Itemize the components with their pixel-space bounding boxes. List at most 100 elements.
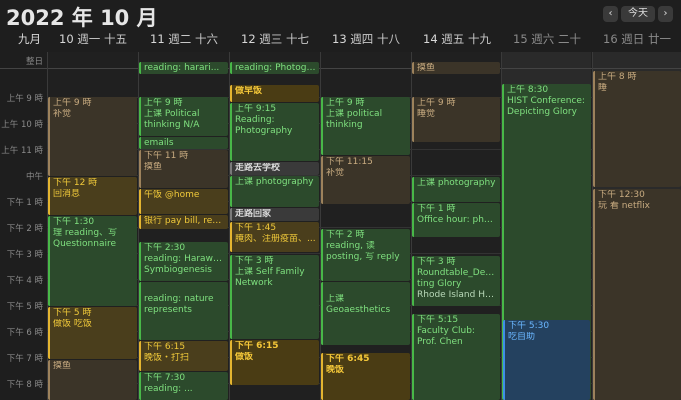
day-number: 13: [332, 32, 347, 46]
event-tue-reading-evening[interactable]: 下午 7:30 reading: ...: [139, 372, 228, 400]
event-thu-class-political[interactable]: 上午 9 時上课 political thinking: [321, 97, 410, 155]
next-week-button[interactable]: ›: [658, 6, 673, 22]
event-title: reading: harari...: [144, 63, 220, 73]
event-time: 上午 8 時: [598, 72, 637, 82]
time-label: 下午 3 時: [6, 250, 43, 260]
event-wed-class-photography[interactable]: 上课 photography: [230, 176, 319, 207]
event-wed-errands[interactable]: 下午 1:45 腌肉、注册疫苗、...: [230, 222, 319, 252]
event-title: Prof. Chen: [417, 337, 463, 347]
event-mon-dinner[interactable]: 下午 5 時做饭 吃饭: [48, 307, 137, 359]
event-title: posting, 写 reply: [326, 252, 400, 262]
event-time: 上午 9 時: [53, 98, 92, 108]
event-title: ting Glory: [417, 279, 462, 289]
event-title: 做饭 吃饭: [53, 319, 92, 329]
day-header-tue[interactable]: 11 週二 十六: [150, 31, 238, 49]
event-title: 补觉: [53, 109, 72, 119]
day-header-wed[interactable]: 12 週三 十七: [241, 31, 329, 49]
time-label: 下午 2 時: [6, 224, 43, 234]
event-tue-reading-top[interactable]: reading: harari...: [139, 62, 228, 74]
event-fri-slack[interactable]: 摸鱼: [412, 62, 500, 74]
event-title: represents: [144, 305, 192, 315]
event-title: Geoaesthetics: [326, 305, 391, 315]
event-wed-reading-photography[interactable]: 上午 9:15 Reading: Photography: [230, 103, 319, 161]
event-tue-dinner[interactable]: 下午 6:15 晚饭・打扫: [139, 341, 228, 371]
event-wed-cook[interactable]: 下午 6:15 做饭: [230, 340, 319, 385]
event-wed-breakfast[interactable]: 做早饭: [230, 85, 319, 102]
event-wed-walk-home[interactable]: 走路回家: [230, 208, 319, 221]
event-sun-sleep[interactable]: 上午 8 時睡: [593, 71, 681, 187]
event-title: 玩 看 netflix: [598, 201, 650, 211]
day-header-sat[interactable]: 15 週六 二十: [513, 31, 601, 49]
day-number: 10: [59, 32, 74, 46]
event-thu-dinner[interactable]: 下午 6:45 晚饭: [321, 353, 410, 400]
event-spacer: [144, 283, 225, 294]
day-header-prev[interactable]: 九月: [18, 31, 46, 49]
event-tue-class[interactable]: 上午 9 時上课 Political thinking N/A: [139, 97, 228, 136]
event-wed-reading-top[interactable]: reading: Photogr...: [230, 62, 319, 74]
event-fri-office-hour[interactable]: 下午 1 時 Office hour: pho...: [412, 203, 500, 237]
event-fri-sleep[interactable]: 上午 9 時睡觉: [412, 97, 500, 142]
event-sat-buffet[interactable]: 下午 5:30 吃自助: [503, 320, 590, 400]
event-wed-walk-to-school[interactable]: 走路去学校: [230, 162, 319, 175]
event-time: 下午 6:45: [326, 354, 370, 364]
event-time: 下午 1:45: [235, 223, 277, 233]
day-header-mon[interactable]: 10 週一 十五: [59, 31, 147, 49]
event-time: 下午 11:15: [326, 157, 373, 167]
event-title: 腌肉、注册疫苗、...: [235, 234, 316, 244]
event-mon-messages[interactable]: 下午 12 時回消息: [48, 177, 137, 215]
event-thu-nap[interactable]: 下午 11:15 补觉: [321, 156, 410, 204]
event-title: Roundtable_Depic: [417, 268, 497, 278]
event-fri-roundtable[interactable]: 下午 3 時 Roundtable_Depic ting Glory Rhode Is…: [412, 256, 500, 306]
event-mon-slack[interactable]: 摸鱼: [48, 360, 137, 400]
event-wed-class-self-family[interactable]: 下午 3 時上课 Self Family Network: [230, 255, 319, 339]
event-tue-reading-haraway[interactable]: 下午 2:30 reading: Haraway. Symbiogenesis: [139, 242, 228, 281]
time-label: 上午 10 時: [1, 120, 43, 130]
event-title: reading, 读: [326, 241, 375, 251]
event-thu-class-geoaesthetics[interactable]: 上课 Geoaesthetics: [321, 282, 410, 345]
day-header-fri[interactable]: 14 週五 十九: [423, 31, 511, 49]
event-tue-bank[interactable]: 银行 pay bill, red...: [139, 215, 228, 229]
event-time: 上午 9:15: [235, 104, 277, 114]
day-header-thu[interactable]: 13 週四 十八: [332, 31, 420, 49]
event-title: 银行 pay bill, red...: [144, 216, 225, 226]
event-title: reading: ...: [144, 384, 193, 394]
event-title: 睡觉: [417, 109, 436, 119]
event-mon-nap[interactable]: 上午 9 時补觉: [48, 97, 137, 176]
day-number: 16: [603, 32, 618, 46]
all-day-divider: [0, 68, 681, 69]
event-time: 下午 3 時: [235, 256, 274, 266]
event-title: Symbiogenesis: [144, 265, 212, 275]
event-title: emails: [144, 138, 174, 148]
event-mon-reading[interactable]: 下午 1:30 理 reading、写 Questionnaire: [48, 216, 137, 306]
today-button[interactable]: 今天: [621, 6, 655, 22]
day-label: 週六 二十: [531, 32, 581, 46]
event-tue-emails[interactable]: emails: [139, 137, 228, 149]
event-title: HIST Conference:: [507, 96, 585, 106]
time-label: 下午 6 時: [6, 328, 43, 338]
event-tue-lunch[interactable]: 午饭 @home: [139, 189, 228, 214]
event-spacer: [326, 283, 407, 294]
event-title: thinking N/A: [144, 120, 200, 130]
event-title: 上课 Political: [144, 109, 200, 119]
event-fri-class-photography[interactable]: 上课 photography: [412, 177, 500, 202]
event-thu-reading[interactable]: 下午 2 時 reading, 读 posting, 写 reply: [321, 229, 410, 281]
event-title: 做早饭: [235, 86, 263, 96]
event-sun-netflix[interactable]: 下午 12:30 玩 看 netflix: [593, 189, 681, 400]
event-title: Reading:: [235, 115, 275, 125]
prev-week-button[interactable]: ‹: [603, 6, 618, 22]
event-fri-faculty-club[interactable]: 下午 5:15 Faculty Club: Prof. Chen: [412, 314, 500, 400]
event-time: 下午 3 時: [417, 257, 456, 267]
event-title: 午饭 @home: [144, 190, 200, 200]
event-title: 上课: [326, 294, 345, 304]
time-label: 下午 7 時: [6, 354, 43, 364]
event-tue-slack[interactable]: 下午 11 時摸鱼: [139, 150, 228, 188]
event-title: Photography: [235, 126, 293, 136]
event-tue-reading-nature[interactable]: reading: nature represents: [139, 282, 228, 340]
day-header-sun[interactable]: 16 週日 廿一: [603, 31, 681, 49]
time-label: 下午 8 時: [6, 380, 43, 390]
event-title: 摸鱼: [417, 63, 436, 73]
event-title: 补觉: [326, 168, 345, 178]
event-title: reading: nature: [144, 294, 214, 304]
event-time: 下午 12 時: [53, 178, 98, 188]
event-time: 上午 9 時: [417, 98, 456, 108]
